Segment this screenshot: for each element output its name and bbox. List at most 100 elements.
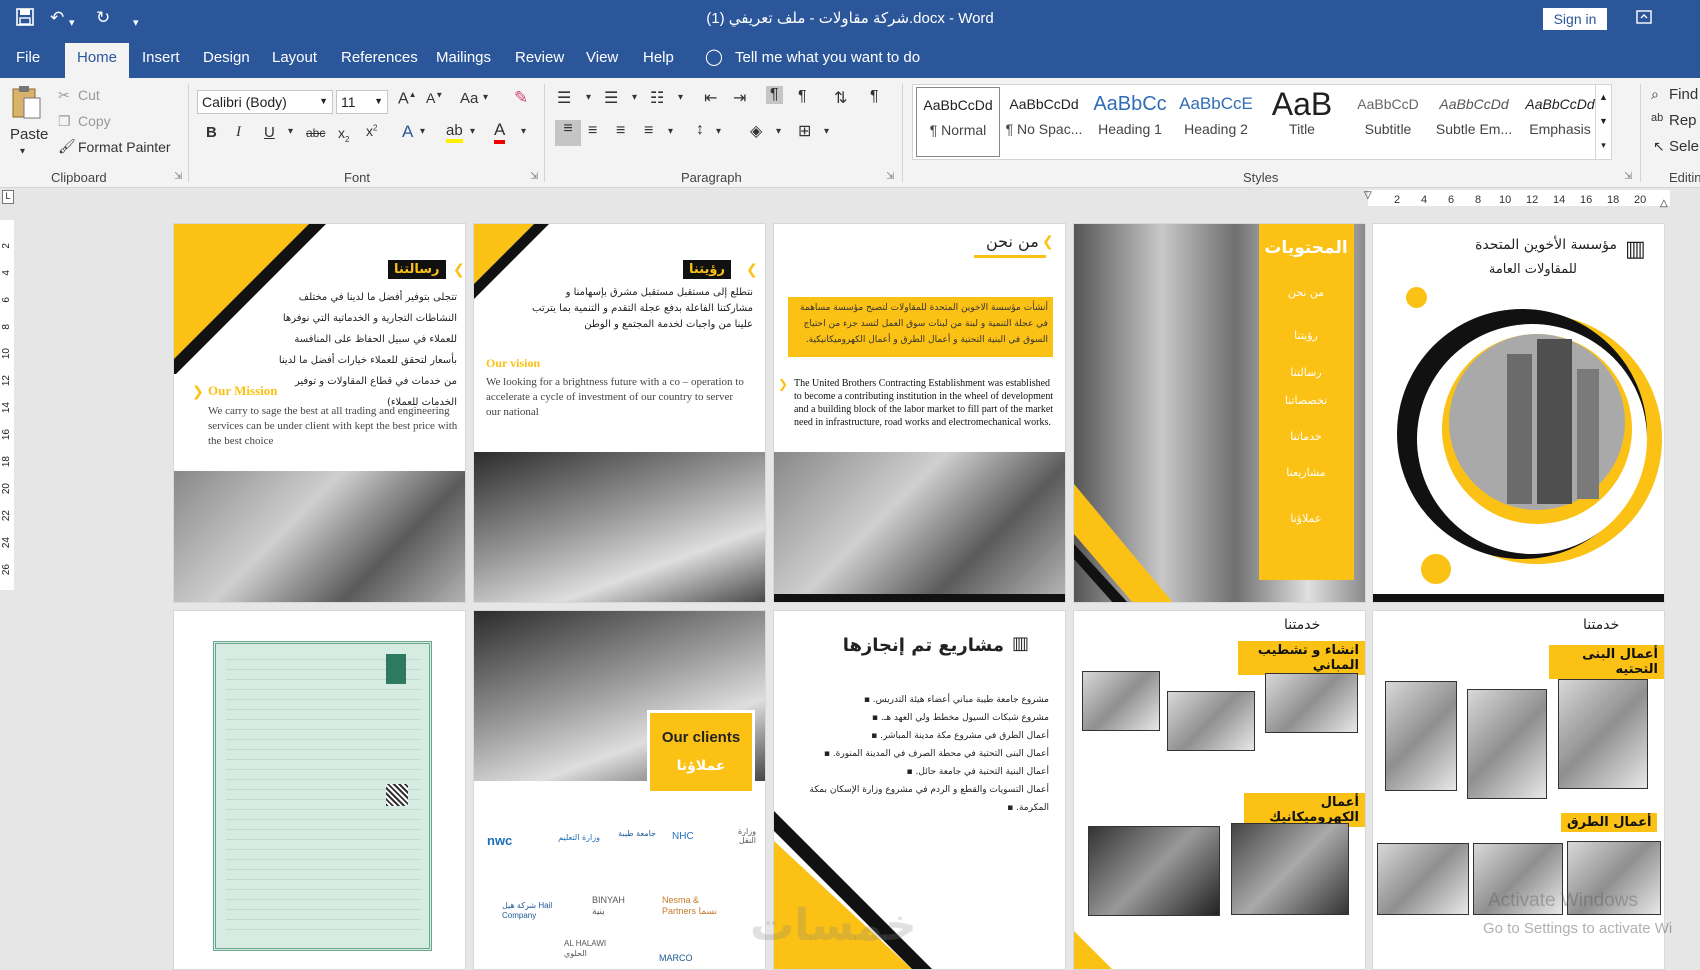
font-size-combo[interactable]: 11 ▼ xyxy=(336,90,388,114)
chevron-down-icon[interactable]: ▾ xyxy=(678,92,683,103)
decrease-indent-icon[interactable]: ⇤ xyxy=(704,88,717,108)
chevron-down-icon[interactable]: ▾ xyxy=(716,126,721,137)
tab-insert[interactable]: Insert xyxy=(142,49,180,66)
copy-button[interactable]: Copy xyxy=(78,113,111,129)
ribbon-home: Paste ▾ ✂ Cut ❐ Copy 🖌 Format Painter Cl… xyxy=(0,78,1700,188)
find-icon[interactable]: ⌕ xyxy=(1651,86,1659,103)
style-heading-2[interactable]: AaBbCcE Heading 2 xyxy=(1174,87,1258,157)
horizontal-ruler[interactable]: L 2 4 6 8 10 12 14 16 18 20 ▽ △ xyxy=(0,188,1700,210)
chevron-down-icon[interactable]: ▾ xyxy=(483,92,488,103)
subscript-icon[interactable]: x2 xyxy=(338,125,349,144)
replace-icon[interactable]: ab xyxy=(1651,112,1663,124)
show-marks-icon[interactable]: ¶ xyxy=(870,88,879,106)
ltr-icon[interactable]: ¶ xyxy=(766,86,783,104)
chevron-down-icon[interactable]: ▾ xyxy=(632,92,637,103)
bullets-icon[interactable]: ☰ xyxy=(557,88,571,108)
clipboard-launcher-icon[interactable]: ⇲ xyxy=(174,171,182,182)
yellow-dot xyxy=(1421,554,1451,584)
select-button[interactable]: Sele xyxy=(1669,138,1699,155)
style-subtle-emphasis[interactable]: AaBbCcDd Subtle Em... xyxy=(1432,87,1516,157)
title-underline xyxy=(974,255,1046,258)
list-item: أعمال البنى التحتية في محطة الصرف في الم… xyxy=(823,749,1049,759)
chevron-down-icon[interactable]: ▾ xyxy=(668,126,673,137)
tab-file[interactable]: File xyxy=(16,49,40,66)
align-right-icon[interactable]: ≡ xyxy=(616,122,625,140)
indent-marker-icon[interactable]: ▽ xyxy=(1364,190,1372,201)
font-launcher-icon[interactable]: ⇲ xyxy=(530,171,538,182)
justify-icon[interactable]: ≡ xyxy=(644,122,653,140)
chevron-down-icon[interactable]: ▾ xyxy=(586,92,591,103)
sort-icon[interactable]: ⇅ xyxy=(834,88,847,108)
tab-references[interactable]: References xyxy=(341,49,418,66)
style-emphasis[interactable]: AaBbCcDd Emphasis xyxy=(1518,87,1602,157)
format-painter-button[interactable]: Format Painter xyxy=(78,139,171,155)
tab-design[interactable]: Design xyxy=(203,49,250,66)
tab-selector-icon[interactable]: L xyxy=(2,190,14,204)
replace-button[interactable]: Rep xyxy=(1669,112,1697,129)
paste-icon[interactable] xyxy=(10,84,44,120)
services-title: خدمتنا xyxy=(1284,617,1321,633)
style-normal[interactable]: AaBbCcDd ¶ Normal xyxy=(916,87,1000,157)
photo-thumb xyxy=(1088,826,1220,916)
chevron-down-icon[interactable]: ▾ xyxy=(521,126,526,137)
format-painter-icon[interactable]: 🖌 xyxy=(58,138,76,155)
paste-dropdown-icon[interactable]: ▾ xyxy=(20,146,25,157)
sign-in-button[interactable]: Sign in xyxy=(1543,8,1607,30)
highlight-color-icon[interactable]: ab xyxy=(446,122,463,143)
borders-icon[interactable]: ⊞ xyxy=(798,121,811,141)
bold-icon[interactable]: B xyxy=(206,124,217,141)
font-color-icon[interactable]: A xyxy=(494,120,506,144)
change-case-button[interactable]: Aa xyxy=(460,90,478,107)
shading-icon[interactable]: ◈ xyxy=(750,121,762,141)
chevron-down-icon[interactable]: ▾ xyxy=(420,126,425,137)
grow-font-icon[interactable]: A▲ xyxy=(398,90,417,108)
chevron-down-icon[interactable]: ▾ xyxy=(776,126,781,137)
font-group-label: Font xyxy=(344,170,371,185)
tell-me-search[interactable]: Tell me what you want to do xyxy=(735,49,920,66)
italic-icon[interactable]: I xyxy=(236,124,241,141)
increase-indent-icon[interactable]: ⇥ xyxy=(733,88,746,108)
tab-home[interactable]: Home xyxy=(65,43,129,78)
shrink-font-icon[interactable]: A▼ xyxy=(426,90,443,106)
underline-icon[interactable]: U xyxy=(264,124,275,141)
chevron-down-icon[interactable]: ▾ xyxy=(824,126,829,137)
text-effects-icon[interactable]: A xyxy=(402,122,413,142)
styles-launcher-icon[interactable]: ⇲ xyxy=(1624,171,1632,182)
tab-help[interactable]: Help xyxy=(643,49,674,66)
style-no-spacing[interactable]: AaBbCcDd ¶ No Spac... xyxy=(1002,87,1086,157)
building-icon: ▥ xyxy=(1625,236,1646,261)
strikethrough-icon[interactable]: abc xyxy=(306,126,325,140)
paragraph-launcher-icon[interactable]: ⇲ xyxy=(886,171,894,182)
right-indent-marker-icon[interactable]: △ xyxy=(1660,198,1668,209)
style-subtitle[interactable]: AaBbCcD Subtitle xyxy=(1346,87,1430,157)
rtl-icon[interactable]: ¶ xyxy=(798,88,807,106)
paste-button[interactable]: Paste xyxy=(10,126,48,143)
cut-icon[interactable]: ✂ xyxy=(58,87,70,104)
tab-view[interactable]: View xyxy=(586,49,618,66)
tab-layout[interactable]: Layout xyxy=(272,49,317,66)
copy-icon[interactable]: ❐ xyxy=(58,113,71,130)
tab-mailings[interactable]: Mailings xyxy=(436,49,491,66)
chevron-down-icon[interactable]: ▾ xyxy=(470,126,475,137)
cut-button[interactable]: Cut xyxy=(78,87,100,103)
chevron-down-icon: ▼ xyxy=(374,96,383,106)
select-icon[interactable]: ↖ xyxy=(1653,138,1665,155)
clear-formatting-icon[interactable]: ✎ xyxy=(514,88,528,108)
font-name-combo[interactable]: Calibri (Body) ▼ xyxy=(197,90,333,114)
line-spacing-icon[interactable]: ↕ xyxy=(696,121,704,139)
find-button[interactable]: Find xyxy=(1669,86,1698,103)
tab-review[interactable]: Review xyxy=(515,49,564,66)
style-heading-1[interactable]: AaBbCc Heading 1 xyxy=(1088,87,1172,157)
superscript-icon[interactable]: x2 xyxy=(366,123,377,139)
chevron-down-icon[interactable]: ▾ xyxy=(288,126,293,137)
align-center-icon[interactable]: ≡ xyxy=(588,122,597,140)
multilevel-list-icon[interactable]: ☷ xyxy=(650,88,664,108)
chevron-icon: ❮ xyxy=(1042,233,1054,249)
styles-scroll[interactable]: ▲ ▼ ▾ xyxy=(1595,85,1611,159)
vision-ar-title: رؤيتنا xyxy=(683,260,731,279)
align-left-icon[interactable]: ≡ xyxy=(555,120,581,146)
style-title[interactable]: AaB Title xyxy=(1260,87,1344,157)
building-icon: ▥ xyxy=(1012,633,1030,653)
ribbon-display-options-icon[interactable] xyxy=(1636,9,1652,29)
numbering-icon[interactable]: ☰ xyxy=(604,88,618,108)
